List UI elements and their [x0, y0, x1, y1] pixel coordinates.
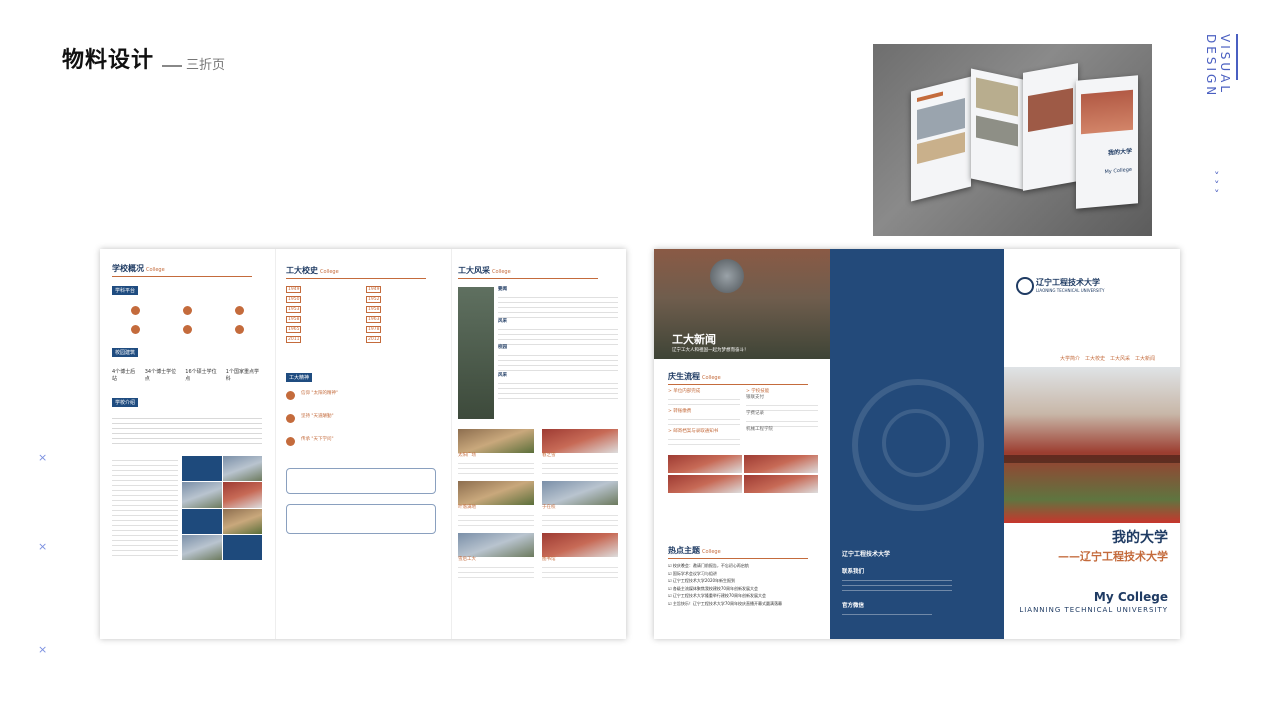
stats-row: 4个博士后站 34个博士学位点 16个硕士学位点 1个国家重点学科: [112, 369, 259, 382]
campus-tag: 校园建筑: [112, 348, 139, 357]
globe-sculpture: [710, 259, 744, 293]
hot-list: ☑ 校庆晚会：邀请门前报告，不忘初心再启航 ☑ 国际学术会议学习与组讲 ☑ 辽宁…: [668, 563, 782, 606]
photo-panel-cover: 我的大学 My College: [1076, 75, 1138, 209]
cover-nav: 大学简介 工大校史 工大风采 工大新闻: [1060, 356, 1156, 362]
lab-icon: [234, 306, 244, 315]
photo-cover-title: 我的大学: [1107, 147, 1132, 157]
spirit-icon: [286, 414, 295, 423]
brochure-outside-sheet: 工大新闻 辽宁工大人和祖国一起为梦想而奋斗！ 庆生流程 College > 单位内…: [654, 249, 1180, 639]
photo-panel-left: [911, 76, 971, 202]
cover-main-title: 我的大学: [1112, 530, 1168, 546]
info-box: [286, 468, 436, 494]
hot-title: 热点主题 College: [668, 546, 721, 555]
footer-logo: 辽宁工程技术大学: [842, 551, 891, 558]
building-mosaic: [182, 456, 262, 560]
lab-icon: [182, 306, 192, 315]
chevron-down-icon: ˅ ˅ ˅: [1214, 170, 1220, 201]
history-timeline: 1949 1949 1950 1952 1953 1958 1958 1963 …: [286, 286, 382, 343]
contact-label: 联系我们: [842, 569, 865, 575]
spirit-icon: [286, 391, 295, 400]
cover-column: 辽宁工程技术大学 LIAONING TECHNICAL UNIVERSITY 大…: [1004, 249, 1180, 639]
cover-logo-cn: 辽宁工程技术大学: [1036, 278, 1100, 287]
cover-subtitle: ——辽宁工程技术大学: [1058, 550, 1168, 563]
spirit-icon: [286, 437, 295, 446]
x-mark-icon: ×: [38, 643, 48, 656]
university-logo-icon: [1016, 277, 1034, 295]
lab-icon: [130, 306, 140, 315]
overview-title: 学校概况 College: [112, 264, 165, 273]
intro-media: [112, 456, 262, 560]
platform-icons: [112, 306, 262, 334]
news-banner-sub: 辽宁工大人和祖国一起为梦想而奋斗！: [672, 348, 749, 353]
history-column: 工大校史 College 1949 1949 1950 1952 1953 195…: [286, 265, 436, 534]
scenery-photo-tall: [458, 287, 494, 419]
enroll-title: 庆生流程 College: [668, 372, 721, 381]
x-mark-icon: ×: [38, 451, 48, 464]
lab-icon: [234, 325, 244, 334]
overview-column: 学校概况 College 学科平台 校园建筑 4个博士后站 34个博士学位点 16…: [112, 263, 262, 560]
brochure-photo: 我的大学 My College: [873, 44, 1152, 236]
subtitle-dash: [162, 64, 182, 67]
cover-en-sub: LIANNING TECHNICAL UNIVERSITY: [1019, 606, 1168, 614]
hot-section: 热点主题 College ☑ 校庆晚会：邀请门前报告，不忘初心再启航 ☑ 国际学术…: [668, 545, 828, 608]
news-banner: 工大新闻 辽宁工大人和祖国一起为梦想而奋斗！: [654, 249, 830, 359]
photo-panel-news: [1023, 63, 1078, 191]
history-title: 工大校史 College: [286, 266, 339, 275]
info-box: [286, 504, 436, 534]
page-title: 物料设计: [62, 48, 155, 73]
brochure-inside-sheet: 学校概况 College 学科平台 校园建筑 4个博士后站 34个博士学位点 16…: [100, 249, 626, 639]
contact-column: 辽宁工程技术大学 联系我们 官方微信: [830, 249, 1004, 639]
intro-text-lines: [112, 414, 262, 448]
campus-building-photo: [1004, 367, 1180, 523]
enroll-section: 庆生流程 College > 单位内部完成 > 转账缴费 > 邮寄档案与录取通知书…: [668, 371, 818, 493]
intro-tag: 学校介绍: [112, 398, 139, 407]
cover-en-title: My College: [1093, 590, 1168, 604]
news-banner-title: 工大新闻: [672, 333, 716, 346]
subtitle-text: 三折页: [186, 58, 226, 73]
vertical-label: VISUAL DESIGN: [1204, 34, 1232, 99]
vertical-line: [1236, 34, 1238, 80]
photo-cover-en: My College: [1104, 166, 1132, 176]
wechat-label: 官方微信: [842, 603, 865, 609]
lab-icon: [130, 325, 140, 334]
spirit-list: 信仰 "太阳的精神" 坚持 "天道酬勤" 传承 "天下学问": [286, 391, 436, 446]
lab-icon: [182, 325, 192, 334]
page-subtitle: 三折页: [162, 54, 225, 73]
scenery-grid: 太阳广场 春之雪 叶落满地 于在校 雪后工大 图书馆: [458, 429, 618, 581]
x-mark-icon: ×: [38, 540, 48, 553]
news-column: 工大新闻 辽宁工大人和祖国一起为梦想而奋斗！ 庆生流程 College > 单位内…: [654, 249, 830, 639]
spirit-tag: 工大精神: [286, 373, 313, 382]
event-photos: [668, 455, 818, 493]
scenery-title: 工大风采 College: [458, 266, 511, 275]
platform-tag: 学科平台: [112, 286, 139, 295]
photo-panel-mid: [971, 68, 1023, 190]
cover-logo-en: LIAONING TECHNICAL UNIVERSITY: [1036, 288, 1105, 293]
scenery-column: 工大风采 College 要闻 风采 校园 风采 太阳广场 春之雪 叶落满地 于在…: [458, 265, 618, 581]
